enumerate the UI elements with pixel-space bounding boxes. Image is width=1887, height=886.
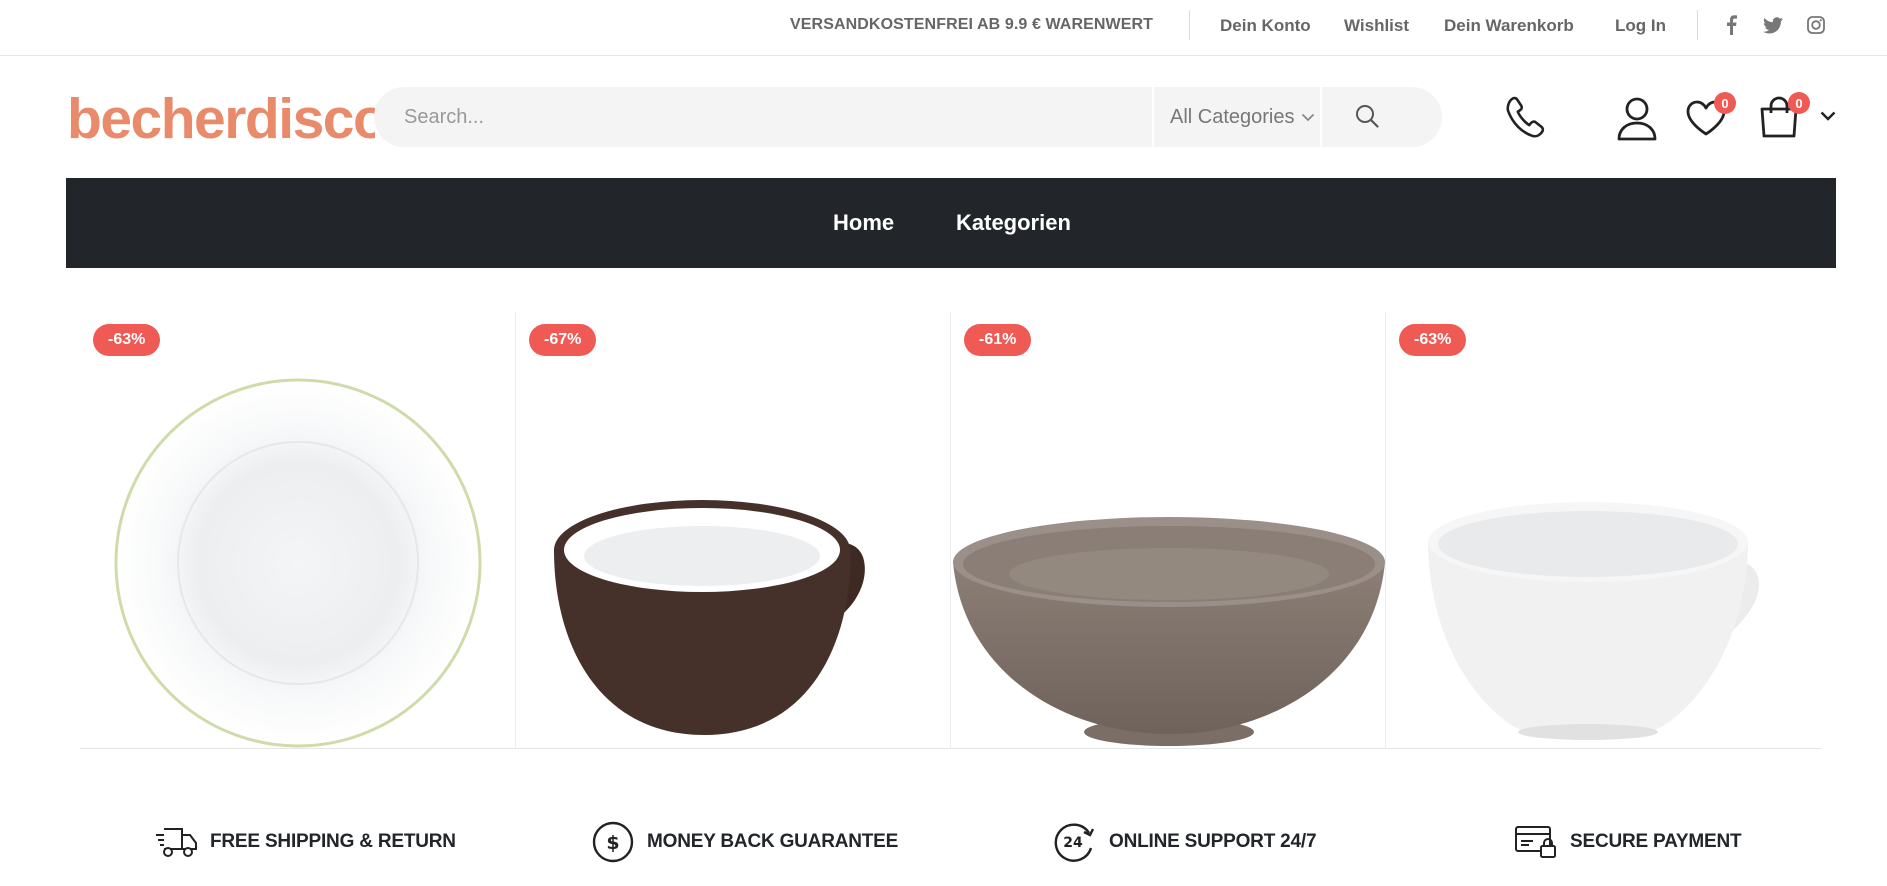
phone-icon[interactable] — [1502, 94, 1550, 142]
dollar-icon: $ — [591, 820, 635, 864]
discount-badge: -67% — [529, 324, 597, 356]
feature-label: FREE SHIPPING & RETURN — [210, 831, 456, 852]
product-card[interactable]: -61% — [950, 312, 1385, 749]
divider — [1697, 10, 1698, 40]
product-card[interactable]: -63% — [80, 312, 515, 749]
login-link[interactable]: Log In — [1615, 16, 1666, 36]
feature-secure-payment: SECURE PAYMENT — [1514, 820, 1742, 864]
product-image-plate[interactable] — [80, 312, 515, 749]
product-card[interactable]: -67% — [515, 312, 950, 749]
user-icon[interactable] — [1613, 94, 1661, 142]
nav-item-home[interactable]: Home — [833, 210, 894, 236]
category-select-label: All Categories — [1170, 105, 1295, 128]
truck-icon — [154, 820, 198, 864]
svg-text:24: 24 — [1063, 835, 1083, 851]
search-input[interactable] — [374, 87, 1152, 147]
product-image-tea-cup[interactable] — [1386, 312, 1820, 749]
facebook-icon[interactable] — [1720, 14, 1742, 36]
feature-free-shipping: FREE SHIPPING & RETURN — [154, 820, 456, 864]
nav-item-categories[interactable]: Kategorien — [956, 210, 1071, 236]
top-bar: VERSANDKOSTENFREI AB 9.9 € WARENWERT Dei… — [0, 0, 1887, 56]
account-link[interactable]: Dein Konto — [1220, 16, 1311, 36]
twitter-icon[interactable] — [1762, 14, 1784, 36]
search-icon — [1354, 103, 1380, 132]
product-image-bowl[interactable] — [951, 312, 1385, 749]
secure-payment-icon — [1514, 820, 1558, 864]
wishlist-link[interactable]: Wishlist — [1344, 16, 1409, 36]
feature-label: ONLINE SUPPORT 24/7 — [1109, 831, 1317, 852]
chevron-down-icon — [1301, 113, 1315, 122]
site-logo[interactable]: becherdiscount — [67, 84, 375, 154]
search-bar: All Categories — [374, 87, 1442, 147]
category-select[interactable]: All Categories — [1154, 87, 1320, 147]
main-nav: Home Kategorien — [66, 178, 1836, 268]
chevron-down-icon[interactable] — [1818, 106, 1838, 126]
instagram-icon[interactable] — [1805, 14, 1827, 36]
product-image-cup[interactable] — [516, 312, 950, 749]
product-card[interactable]: -63% — [1385, 312, 1820, 749]
discount-badge: -63% — [1399, 324, 1467, 356]
feature-online-support: 24 ONLINE SUPPORT 24/7 — [1053, 820, 1317, 864]
shipping-promo-text: VERSANDKOSTENFREI AB 9.9 € WARENWERT — [790, 16, 1154, 33]
feature-label: MONEY BACK GUARANTEE — [647, 831, 899, 852]
cart-count-badge: 0 — [1788, 92, 1810, 114]
discount-badge: -61% — [964, 324, 1032, 356]
support-24-icon: 24 — [1053, 820, 1097, 864]
search-button[interactable] — [1322, 87, 1412, 147]
product-grid: -63% -67% -61% -63% — [80, 312, 1821, 749]
cart-link[interactable]: Dein Warenkorb — [1444, 16, 1574, 36]
feature-label: SECURE PAYMENT — [1570, 831, 1742, 852]
divider — [1189, 10, 1190, 40]
svg-text:$: $ — [606, 832, 619, 854]
wishlist-count-badge: 0 — [1714, 92, 1736, 114]
feature-money-back: $ MONEY BACK GUARANTEE — [591, 820, 898, 864]
discount-badge: -63% — [93, 324, 161, 356]
